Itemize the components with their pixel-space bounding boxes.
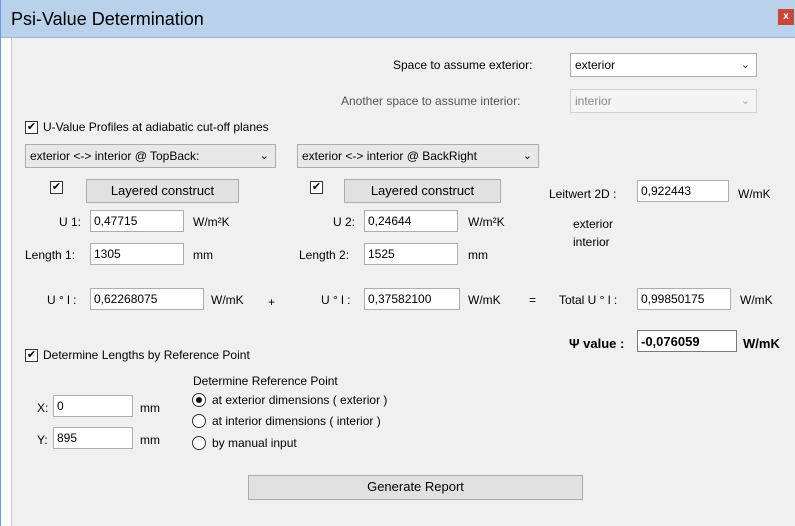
length1-field[interactable]: 1305: [90, 243, 184, 265]
ul2-unit: W/mK: [468, 293, 501, 307]
radio-interior-dimensions[interactable]: [192, 414, 206, 428]
profiles-checkbox[interactable]: ✔: [25, 121, 38, 134]
left-construct-checkbox[interactable]: ✔: [50, 181, 63, 194]
close-button[interactable]: x: [778, 9, 794, 25]
length2-unit: mm: [468, 248, 488, 262]
length2-label: Length 2:: [299, 248, 350, 262]
title-bar[interactable]: Psi-Value Determination x: [1, 0, 795, 38]
left-layered-construct-button[interactable]: Layered construct: [86, 179, 239, 203]
psi-field[interactable]: -0,076059: [637, 330, 737, 352]
u1-label: U 1:: [59, 215, 82, 229]
x-label: X:: [37, 401, 49, 415]
radio-manual-input[interactable]: [192, 436, 206, 450]
leitwert-space-exterior: exterior: [573, 217, 614, 231]
exterior-space-select[interactable]: exterior ⌄: [570, 53, 757, 77]
psi-label: Ψ value :: [569, 336, 625, 351]
x-unit: mm: [140, 401, 160, 415]
y-unit: mm: [140, 433, 160, 447]
length1-unit: mm: [193, 248, 213, 262]
ul1-unit: W/mK: [211, 293, 244, 307]
chevron-down-icon: ⌄: [522, 150, 532, 162]
total-label: Total U ° l :: [559, 293, 618, 307]
leitwert-unit: W/mK: [738, 187, 771, 201]
radio-selected-dot: [196, 397, 202, 403]
profiles-checkbox-label: U-Value Profiles at adiabatic cut-off pl…: [43, 120, 269, 134]
window-title: Psi-Value Determination: [11, 9, 204, 29]
length1-label: Length 1:: [25, 248, 76, 262]
ul2-label: U ° l :: [321, 293, 351, 307]
radio-exterior-dimensions-label: at exterior dimensions ( exterior ): [212, 393, 388, 407]
reference-checkbox[interactable]: ✔: [25, 349, 38, 362]
radio-interior-dimensions-label: at interior dimensions ( interior ): [212, 414, 381, 428]
ul1-field[interactable]: 0,62268075: [90, 288, 204, 310]
dialog-body: Space to assume exterior: exterior ⌄ Ano…: [11, 38, 795, 526]
psi-value-dialog: Psi-Value Determination x Space to assum…: [0, 0, 795, 526]
total-unit: W/mK: [740, 293, 773, 307]
y-label: Y:: [37, 433, 48, 447]
leitwert-space-interior: interior: [573, 235, 610, 249]
reference-group-label: Determine Reference Point: [193, 374, 338, 388]
leitwert-label: Leitwert 2D :: [549, 187, 617, 201]
chevron-down-icon: ⌄: [740, 59, 750, 71]
ul1-label: U ° l :: [47, 293, 77, 307]
y-field[interactable]: 895: [53, 427, 133, 449]
u2-unit: W/m²K: [468, 215, 505, 229]
radio-manual-input-label: by manual input: [212, 436, 297, 450]
radio-exterior-dimensions[interactable]: [192, 393, 206, 407]
psi-unit: W/mK: [743, 336, 780, 351]
chevron-down-icon: ⌄: [259, 150, 269, 162]
reference-checkbox-label: Determine Lengths by Reference Point: [43, 348, 250, 362]
exterior-space-value: exterior: [575, 58, 616, 72]
right-layered-construct-button[interactable]: Layered construct: [344, 179, 501, 203]
equals-sign: =: [529, 293, 537, 307]
x-field[interactable]: 0: [53, 395, 133, 417]
interior-space-label: Another space to assume interior:: [341, 94, 521, 108]
exterior-space-label: Space to assume exterior:: [393, 58, 533, 72]
u2-field[interactable]: 0,24644: [364, 210, 458, 232]
plus-sign: +: [268, 295, 276, 309]
total-field[interactable]: 0,99850175: [637, 288, 731, 310]
right-construct-checkbox[interactable]: ✔: [310, 181, 323, 194]
u2-label: U 2:: [333, 215, 356, 229]
chevron-down-icon: ⌄: [740, 95, 750, 107]
left-profile-dropdown[interactable]: exterior <-> interior @ TopBack: ⌄: [25, 144, 276, 168]
ul2-field[interactable]: 0,37582100: [364, 288, 460, 310]
u1-unit: W/m²K: [193, 215, 230, 229]
length2-field[interactable]: 1525: [364, 243, 458, 265]
leitwert-field[interactable]: 0,922443: [637, 180, 729, 202]
interior-space-select[interactable]: interior ⌄: [570, 89, 757, 113]
left-profile-value: exterior <-> interior @ TopBack:: [30, 149, 200, 163]
interior-space-value: interior: [575, 94, 612, 108]
u1-field[interactable]: 0,47715: [90, 210, 184, 232]
right-profile-value: exterior <-> interior @ BackRight: [302, 149, 477, 163]
generate-report-button[interactable]: Generate Report: [248, 475, 583, 500]
right-profile-dropdown[interactable]: exterior <-> interior @ BackRight ⌄: [297, 144, 539, 168]
